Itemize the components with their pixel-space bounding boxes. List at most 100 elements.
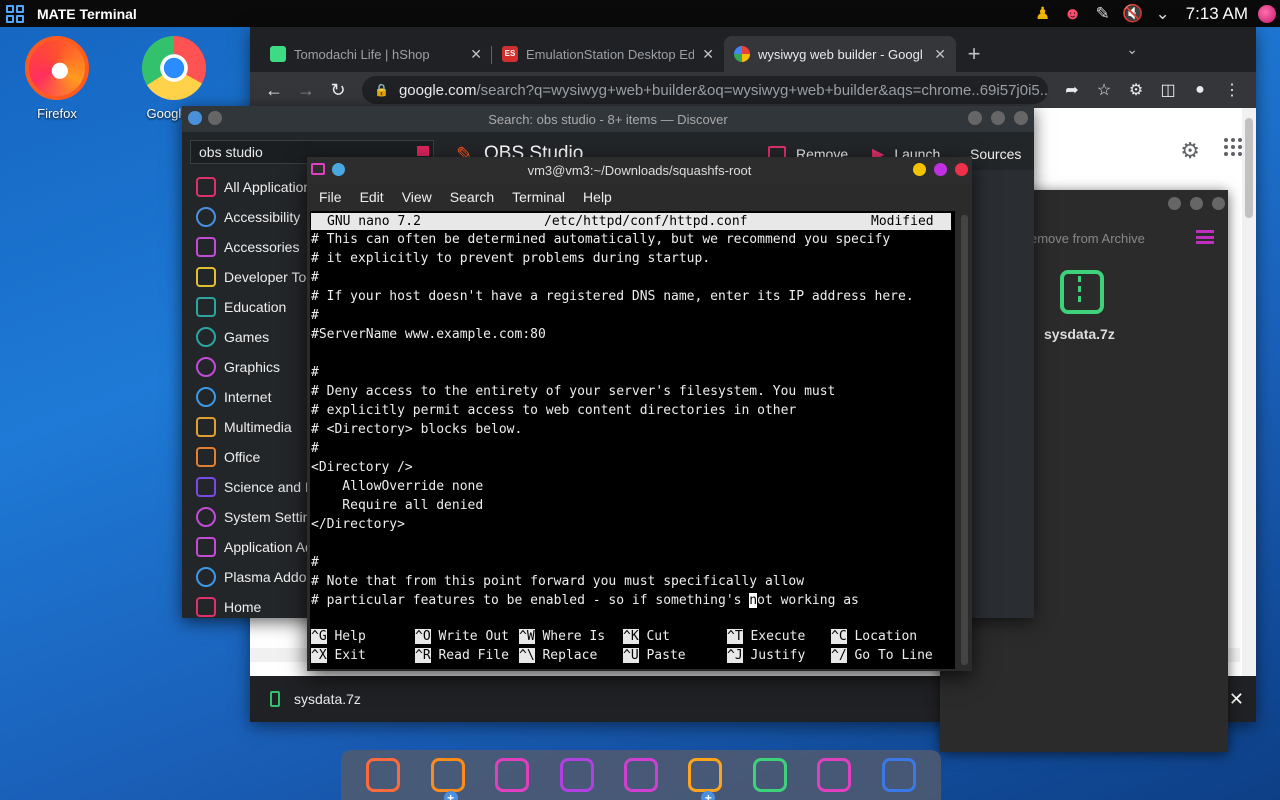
close-icon[interactable] [955,163,968,176]
active-app-title: MATE Terminal [37,5,137,22]
hamburger-menu-icon[interactable] [1196,230,1214,244]
terminal-scrollbar[interactable] [961,215,968,665]
settings-icon[interactable] [559,758,594,792]
vertical-scrollbar[interactable] [1242,108,1256,676]
home-icon [196,597,216,617]
archive-icon[interactable] [752,758,787,792]
side-panel-icon[interactable]: ◫ [1152,80,1184,100]
tab-search-icon[interactable]: ⌄ [1126,41,1138,58]
nano-line: # [311,270,319,285]
users-icon[interactable]: ☻ [1058,0,1088,27]
all-applications-icon [196,177,216,197]
back-icon[interactable]: ← [258,80,290,101]
muted-speaker-icon[interactable]: 🔇 [1118,0,1148,27]
minimize-icon[interactable] [913,163,926,176]
sidebar-item-office[interactable]: Office [188,442,308,472]
nano-line: <Directory /> [311,460,413,475]
shortcut-key: ^J [727,648,743,663]
developer-tools-icon [196,267,216,287]
close-icon[interactable]: ✕ [934,46,946,63]
maximize-icon[interactable] [991,111,1005,125]
sources-button[interactable]: Sources [970,146,1021,162]
internet-icon [196,387,216,407]
close-icon[interactable]: ✕ [470,46,482,63]
sidebar-item-application-addons[interactable]: Application Addons [188,532,308,562]
bookmark-star-icon[interactable]: ☆ [1088,80,1120,100]
sidebar-item-education[interactable]: Education [188,292,308,322]
tab-google-search[interactable]: wysiwyg web builder - Googl ✕ [724,36,956,72]
store-icon[interactable] [881,758,916,792]
apps-grid-icon[interactable] [1224,138,1242,156]
gear-icon[interactable]: ⚙ [1180,138,1200,164]
reload-icon[interactable]: ↻ [322,80,354,101]
window-title: vm3@vm3:~/Downloads/squashfs-root [527,162,752,178]
sidebar-item-accessories[interactable]: Accessories [188,232,308,262]
pin-icon[interactable] [332,163,345,176]
sidebar-item-accessibility[interactable]: Accessibility [188,202,308,232]
tab-hshop[interactable]: Tomodachi Life | hShop ✕ [260,36,492,72]
maximize-icon[interactable] [1190,197,1203,210]
app-menu-icon[interactable] [4,3,26,25]
chrome-icon[interactable] [366,758,401,792]
terminal-screen[interactable]: GNU nano 7.2 /etc/httpd/conf/httpd.conf … [310,211,955,669]
clipboard-icon[interactable]: ✎ [1088,0,1118,27]
pin-icon[interactable] [208,111,222,125]
activity-icon[interactable] [495,758,530,792]
maximize-icon[interactable] [934,163,947,176]
menu-search[interactable]: Search [450,189,494,205]
lock-icon: 🔒 [374,83,389,97]
close-icon[interactable]: ✕ [1229,689,1244,710]
minimize-icon[interactable] [968,111,982,125]
window-titlebar: vm3@vm3:~/Downloads/squashfs-root [307,157,972,183]
shortcut-label: Replace [542,648,598,663]
nano-line: # <Directory> blocks below. [311,422,523,437]
sidebar-item-all-applications[interactable]: All Applications [188,172,308,202]
nano-shortcuts: ^G Help ^O Write Out ^W Where Is ^K Cut ^T E… [310,627,955,665]
sidebar-item-science[interactable]: Science and Engineering [188,472,308,502]
shortcut-key: ^X [311,648,327,663]
graphics-icon [196,357,216,377]
minimize-icon[interactable] [1168,197,1181,210]
archive-file-icon[interactable] [1060,270,1104,314]
clear-icon[interactable] [417,146,429,156]
files-icon[interactable]: + [430,758,465,800]
forward-icon[interactable]: → [290,80,322,101]
new-tab-button[interactable]: + [956,36,992,72]
desktop-icon-firefox[interactable]: Firefox [9,36,105,121]
close-icon[interactable] [1014,111,1028,125]
close-icon[interactable] [1212,197,1225,210]
close-icon[interactable]: ✕ [702,46,714,63]
menu-terminal[interactable]: Terminal [512,189,565,205]
shortcut-key: ^G [311,629,327,644]
sidebar-item-internet[interactable]: Internet [188,382,308,412]
menu-help[interactable]: Help [583,189,612,205]
menu-view[interactable]: View [402,189,432,205]
remove-from-archive-button[interactable]: emove from Archive [1030,231,1145,246]
user-icon[interactable]: ♟ [1028,0,1058,27]
sidebar-item-developer-tools[interactable]: Developer Tools [188,262,308,292]
address-bar[interactable]: 🔒 google.com/search?q=wysiwyg+web+builde… [362,76,1048,104]
download-item[interactable]: sysdata.7z [270,691,361,707]
sidebar-item-multimedia[interactable]: Multimedia [188,412,308,442]
tab-emulationstation[interactable]: ES EmulationStation Desktop Ed ✕ [492,36,724,72]
menu-file[interactable]: File [319,189,342,205]
terminal-icon[interactable] [817,758,852,792]
share-icon[interactable]: ➦ [1056,80,1088,100]
menu-edit[interactable]: Edit [360,189,384,205]
profile-icon[interactable]: ● [1184,81,1216,99]
sidebar-item-system-settings[interactable]: System Settings [188,502,308,532]
more-menu-icon[interactable]: ⋮ [1216,80,1248,100]
desktop-icon-label: Firefox [37,106,77,121]
sidebar-item-home[interactable]: Home [188,592,308,622]
discover-icon[interactable]: + [688,758,723,800]
sidebar-item-games[interactable]: Games [188,322,308,352]
editor-icon[interactable] [623,758,658,792]
system-settings-icon [196,507,216,527]
avatar[interactable] [1258,4,1276,23]
extensions-icon[interactable]: ⚙ [1120,80,1152,100]
sidebar-item-graphics[interactable]: Graphics [188,352,308,382]
clock[interactable]: 7:13 AM [1186,4,1248,24]
science-icon [196,477,216,497]
chevron-down-icon[interactable]: ⌄ [1148,0,1178,27]
sidebar-item-plasma-addons[interactable]: Plasma Addons [188,562,308,592]
